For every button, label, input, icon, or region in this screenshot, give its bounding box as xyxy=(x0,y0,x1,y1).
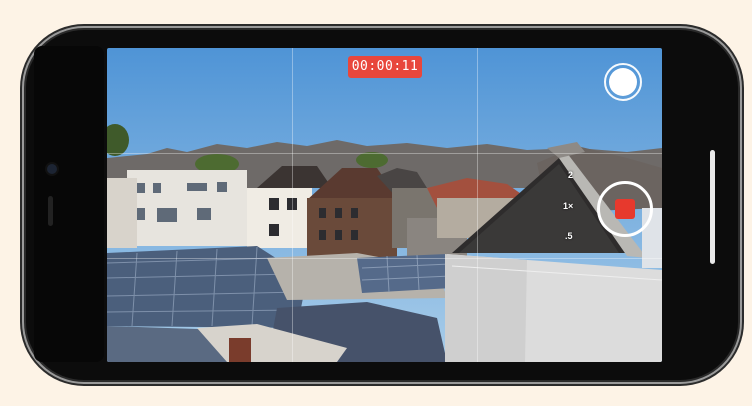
zoom-level-2[interactable]: 2 xyxy=(568,170,573,180)
speaker-grille xyxy=(48,196,53,226)
front-camera-icon xyxy=(47,164,57,174)
home-indicator[interactable] xyxy=(710,150,715,264)
grid-line-vertical-2 xyxy=(477,48,478,362)
zoom-level-1x[interactable]: 1× xyxy=(563,201,573,211)
zoom-level-0-5[interactable]: .5 xyxy=(565,231,573,241)
notch xyxy=(34,46,104,362)
grid-line-horizontal-2 xyxy=(107,258,662,259)
camera-viewfinder[interactable]: 00:00:11 2 1× .5 xyxy=(107,48,662,362)
shutter-button[interactable] xyxy=(604,63,642,101)
record-stop-icon xyxy=(615,199,635,219)
shutter-icon xyxy=(609,68,637,96)
grid-line-horizontal-1 xyxy=(107,153,662,154)
recording-timer: 00:00:11 xyxy=(348,56,422,78)
grid-line-vertical-1 xyxy=(292,48,293,362)
side-button-right xyxy=(236,380,288,384)
record-stop-button[interactable] xyxy=(597,181,653,237)
viewfinder-scene xyxy=(107,48,662,362)
side-button-left xyxy=(122,380,164,384)
side-button-middle xyxy=(176,380,228,384)
